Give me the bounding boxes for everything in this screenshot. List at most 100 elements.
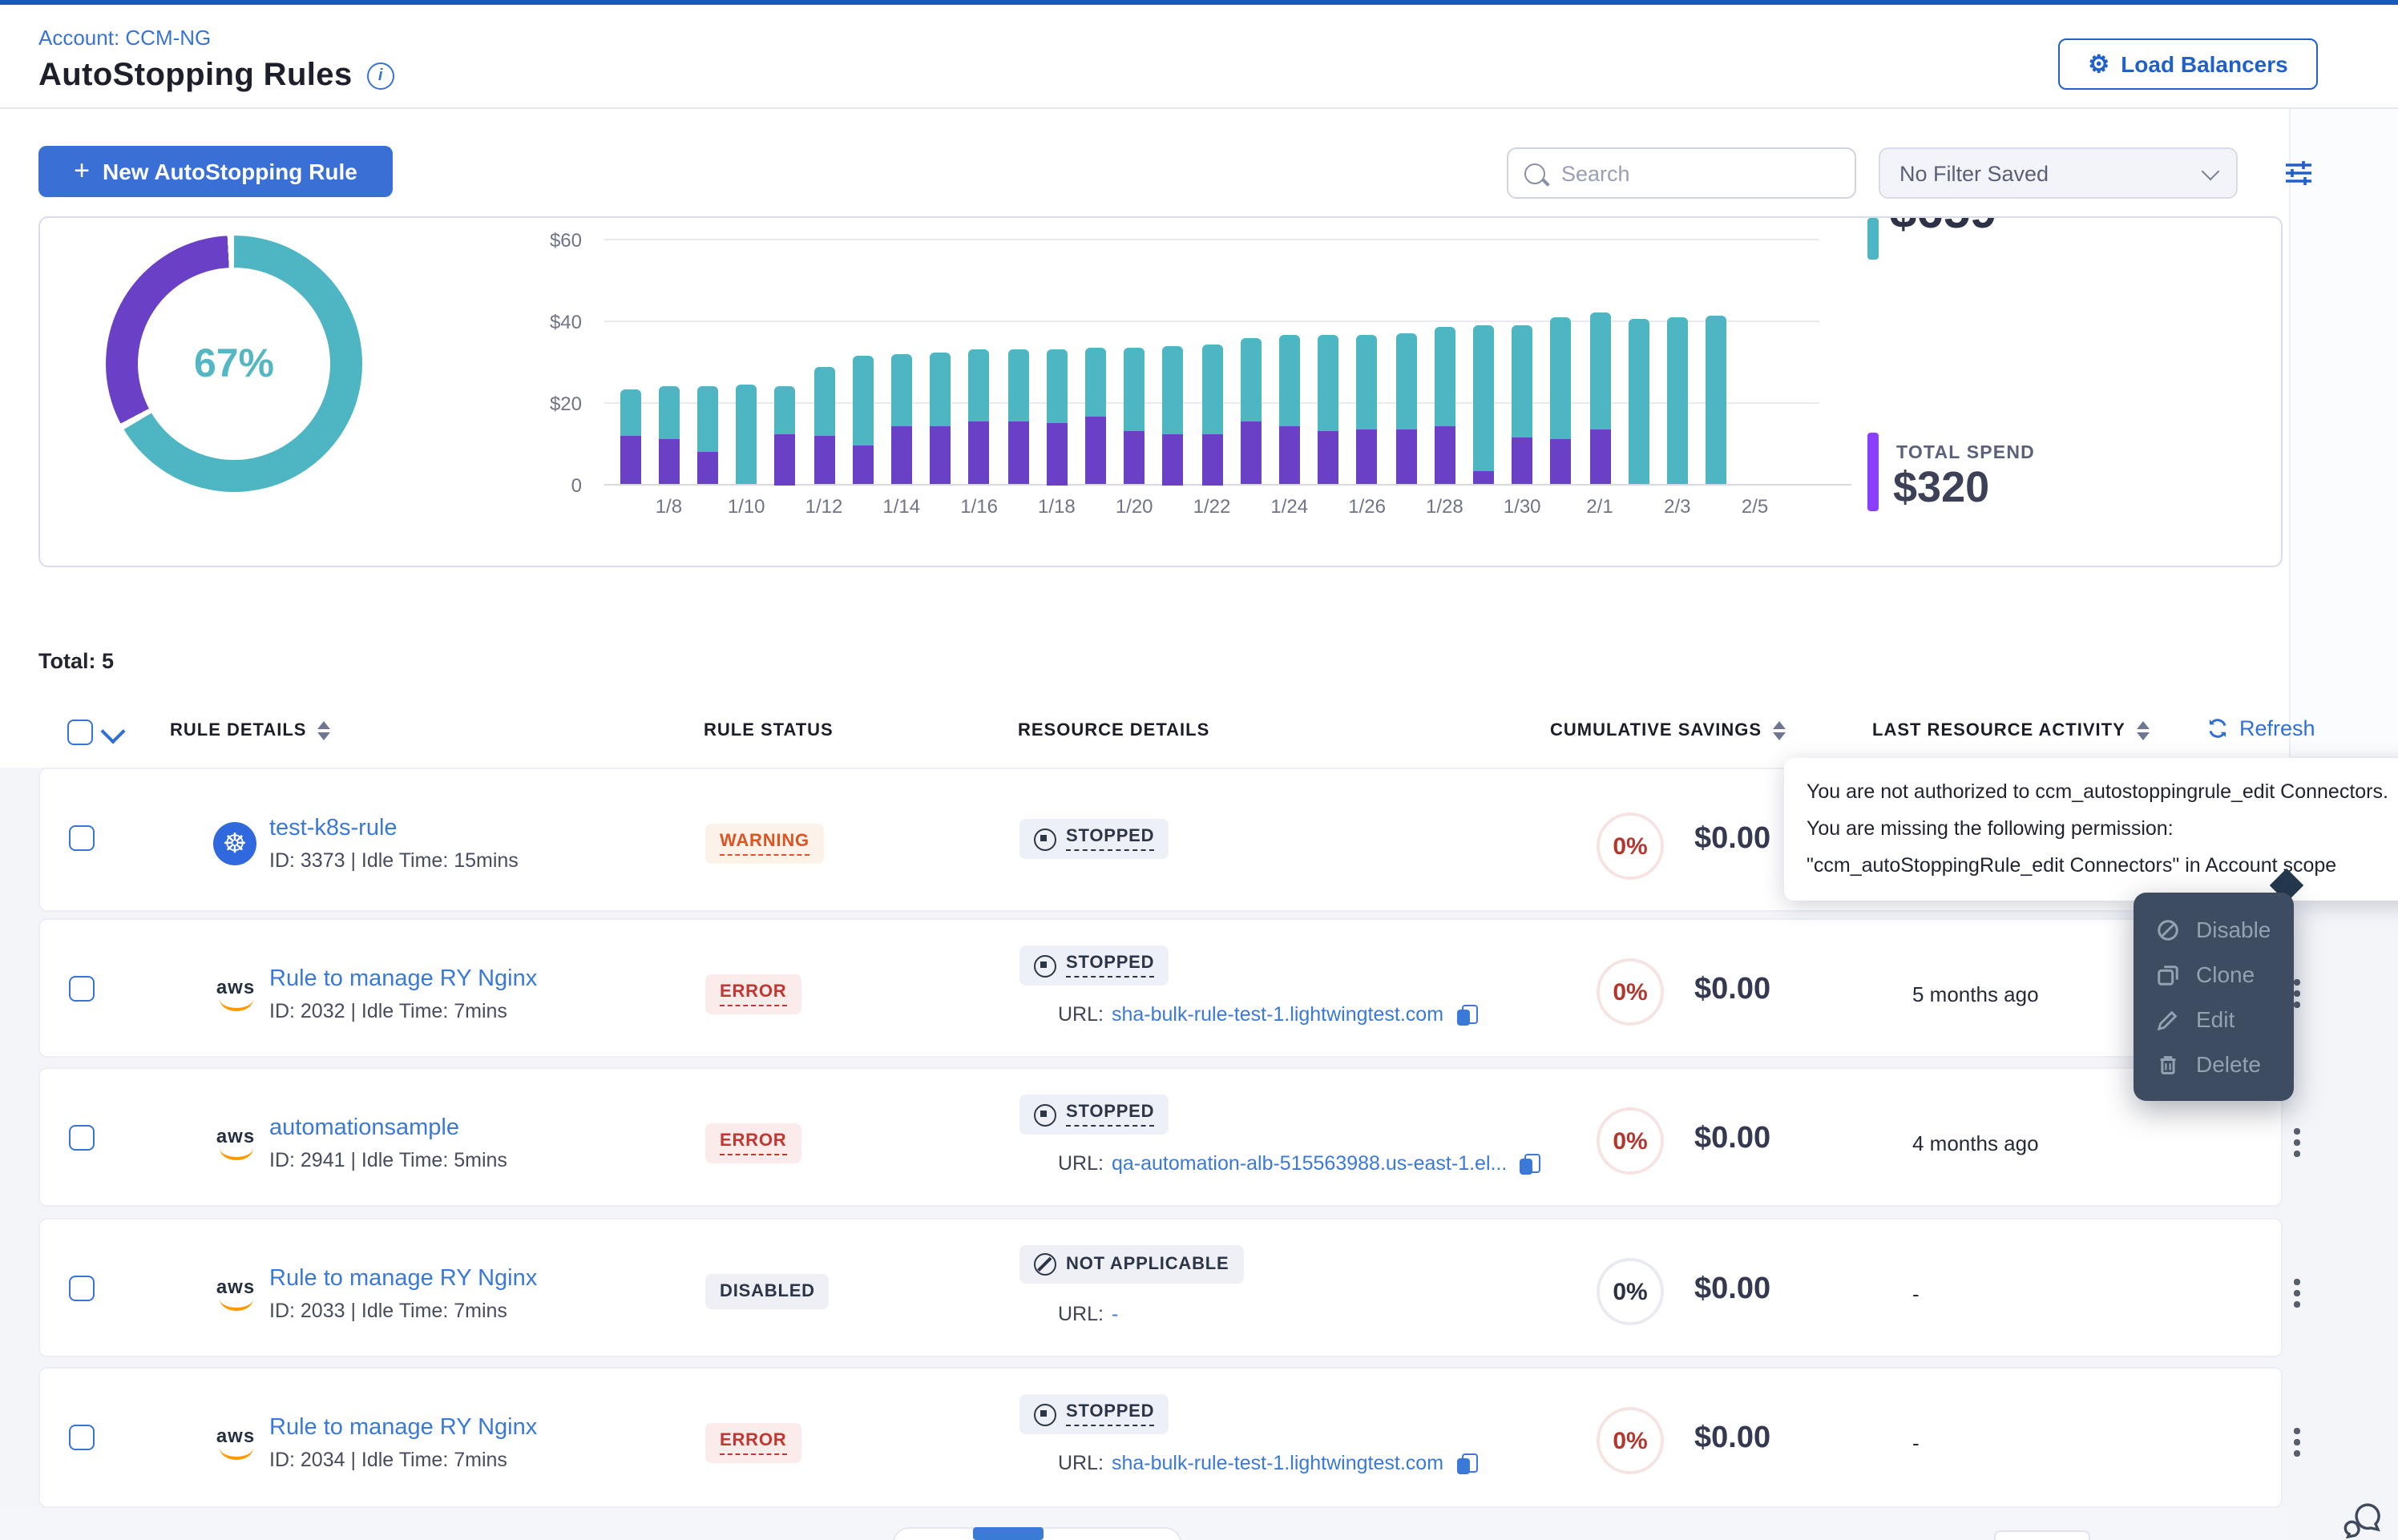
rule-name-link[interactable]: Rule to manage RY Nginx — [269, 1266, 537, 1292]
rule-name-link[interactable]: Rule to manage RY Nginx — [269, 1415, 537, 1441]
column-header-last-resource-activity[interactable]: LAST RESOURCE ACTIVITY — [1872, 721, 2150, 740]
resource-url: URL: sha-bulk-rule-test-1.lightwingtest.… — [1058, 1452, 1477, 1474]
bar-spend-segment — [813, 436, 834, 485]
bar-spend-segment — [1124, 432, 1144, 485]
pagination-active-segment[interactable] — [973, 1527, 1044, 1540]
page-title-row: AutoStopping Rules i — [38, 58, 394, 95]
row-checkbox[interactable] — [69, 976, 95, 1002]
rule-name-link[interactable]: Rule to manage RY Nginx — [269, 966, 537, 992]
filter-panel-icon[interactable] — [2283, 157, 2315, 197]
tooltip-line: You are missing the following permission… — [1807, 811, 2398, 848]
bar-spend-segment — [1473, 470, 1494, 485]
resource-state-badge: NOT APPLICABLE — [1019, 1245, 1244, 1284]
savings-value: $0.00 — [1694, 1421, 1770, 1457]
bar-savings-segment — [1357, 336, 1378, 429]
info-icon[interactable]: i — [367, 62, 394, 90]
column-header-rule-details[interactable]: RULE DETAILS — [170, 721, 331, 740]
bar-spend-segment — [1395, 429, 1416, 485]
x-tick-label: 1/12 — [789, 495, 859, 518]
menu-item-clone[interactable]: Clone — [2134, 952, 2294, 997]
table-row: aws automationsample ID: 2941 | Idle Tim… — [38, 1067, 2283, 1207]
resource-url-link[interactable]: sha-bulk-rule-test-1.lightwingtest.com — [1112, 1003, 1443, 1026]
new-rule-label: New AutoStopping Rule — [103, 159, 357, 184]
savings-legend-bar — [1867, 218, 1879, 260]
bar-savings-segment — [1240, 337, 1261, 421]
copy-icon[interactable] — [1456, 1004, 1477, 1025]
load-balancers-label: Load Balancers — [2121, 51, 2288, 77]
y-tick-40: $40 — [518, 311, 582, 333]
row-actions-kebab[interactable] — [2287, 1122, 2306, 1163]
bar-spend-segment — [1163, 433, 1184, 485]
bar-savings-segment — [969, 350, 990, 421]
sort-icon[interactable] — [2137, 721, 2150, 740]
search-input[interactable] — [1558, 159, 1839, 187]
copy-icon[interactable] — [1520, 1153, 1540, 1174]
resource-url-link[interactable]: sha-bulk-rule-test-1.lightwingtest.com — [1112, 1452, 1443, 1474]
bar-spend-segment — [1357, 429, 1378, 485]
bar-spend-segment — [1085, 417, 1106, 485]
x-tick-label: 1/26 — [1332, 495, 1403, 518]
chat-support-icon[interactable] — [2344, 1503, 2385, 1540]
bar-savings-segment — [620, 389, 640, 436]
select-all-checkbox[interactable] — [67, 720, 93, 745]
savings-value: $0.00 — [1694, 1122, 1770, 1157]
bar-savings-segment — [1512, 325, 1532, 437]
bar-savings-segment — [1201, 344, 1222, 433]
bar-spend-segment — [1551, 440, 1572, 485]
breadcrumb-account[interactable]: Account: CCM-NG — [38, 26, 211, 50]
bar-spend-segment — [1512, 437, 1532, 485]
bar-savings-segment — [1395, 333, 1416, 429]
x-tick-label: 2/3 — [1642, 495, 1713, 518]
resource-url-link[interactable]: qa-automation-alb-515563988.us-east-1.el… — [1112, 1152, 1507, 1175]
bar-savings-segment — [1007, 350, 1028, 421]
sort-icon[interactable] — [1773, 721, 1786, 740]
bar-spend-segment — [1007, 421, 1028, 485]
sort-icon[interactable] — [318, 721, 331, 740]
bar-savings-segment — [1628, 319, 1649, 485]
rule-name-link[interactable]: automationsample — [269, 1115, 459, 1141]
bar-savings-segment — [1589, 313, 1610, 429]
last-activity: 5 months ago — [1912, 982, 2039, 1006]
menu-item-disable[interactable]: Disable — [2134, 907, 2294, 952]
bar-spend-segment — [930, 425, 951, 485]
filter-saved-dropdown[interactable]: No Filter Saved — [1879, 147, 2238, 199]
load-balancers-button[interactable]: ⚙ Load Balancers — [2058, 38, 2318, 90]
row-checkbox[interactable] — [69, 1276, 95, 1301]
disable-icon — [2156, 917, 2180, 941]
refresh-button[interactable]: Refresh — [2206, 716, 2315, 740]
row-checkbox[interactable] — [69, 1425, 95, 1450]
bar-spend-segment — [1589, 429, 1610, 485]
resource-url-link[interactable]: - — [1112, 1303, 1118, 1325]
gridline-60 — [604, 239, 1819, 240]
rule-status-badge: ERROR — [705, 1123, 801, 1163]
menu-item-edit[interactable]: Edit — [2134, 997, 2294, 1042]
resource-state-badge: STOPPED — [1019, 819, 1169, 859]
bar-savings-segment — [1667, 317, 1688, 485]
rule-name-link[interactable]: test-k8s-rule — [269, 816, 398, 841]
bar-savings-segment — [1706, 315, 1726, 485]
donut-percent-label: 67% — [138, 268, 330, 460]
resource-url: URL: qa-automation-alb-515563988.us-east… — [1058, 1152, 1540, 1175]
kubernetes-icon: ☸ — [213, 822, 258, 867]
x-tick-label: 1/28 — [1409, 495, 1480, 518]
x-tick-label: 1/24 — [1254, 495, 1325, 518]
savings-percent-gauge: 0% — [1597, 1407, 1664, 1474]
row-actions-kebab[interactable] — [2287, 1272, 2306, 1313]
copy-icon[interactable] — [1456, 1453, 1477, 1473]
new-autostopping-rule-button[interactable]: + New AutoStopping Rule — [38, 146, 393, 197]
row-actions-kebab[interactable] — [2287, 1421, 2306, 1462]
column-header-rule-status: RULE STATUS — [704, 721, 834, 740]
aws-icon: aws — [213, 1272, 258, 1317]
bar-spend-segment — [1318, 432, 1338, 485]
bar-savings-segment — [1163, 346, 1184, 434]
stopped-icon — [1034, 828, 1056, 850]
header-divider — [0, 107, 2398, 109]
row-checkbox[interactable] — [69, 1125, 95, 1151]
menu-item-delete[interactable]: Delete — [2134, 1042, 2294, 1086]
filter-dropdown-value: No Filter Saved — [1899, 161, 2049, 185]
x-tick-label: 1/30 — [1487, 495, 1557, 518]
page-size-control[interactable] — [1994, 1530, 2090, 1540]
row-checkbox[interactable] — [69, 825, 95, 851]
table-row: aws Rule to manage RY Nginx ID: 2032 | I… — [38, 918, 2283, 1058]
column-header-cumulative-savings[interactable]: CUMULATIVE SAVINGS — [1550, 721, 1786, 740]
